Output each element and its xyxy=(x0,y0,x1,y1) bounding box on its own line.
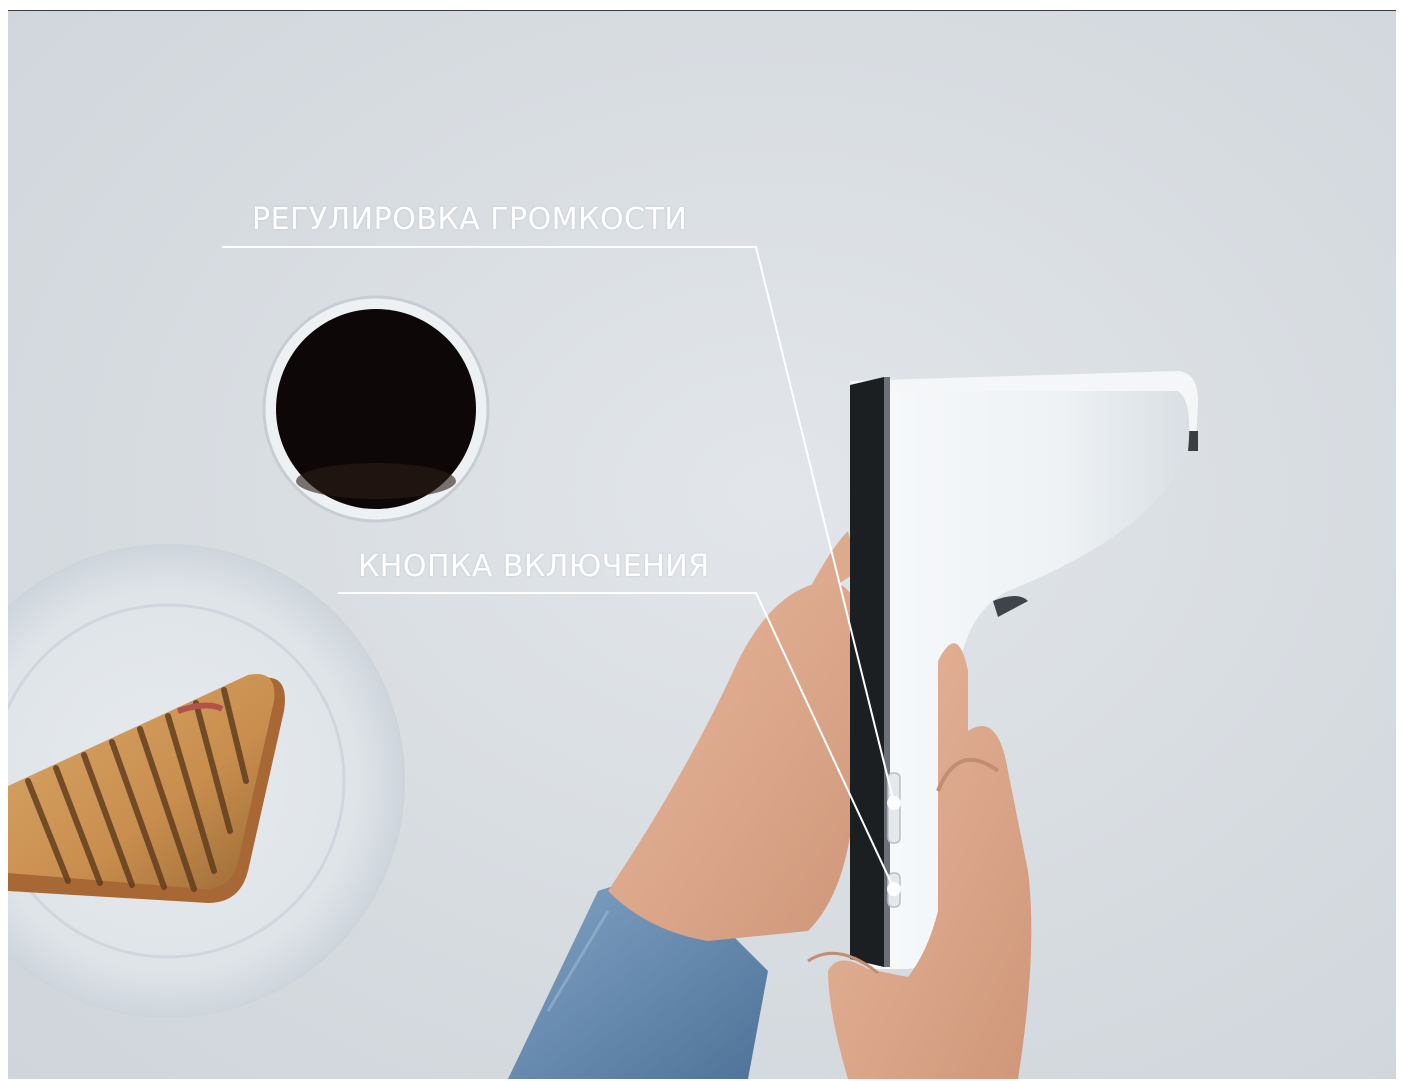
power-button-label: КНОПКА ВКЛЮЧЕНИЯ xyxy=(358,549,710,584)
photo-scene xyxy=(8,246,1198,1079)
product-photo: РЕГУЛИРОВКА ГРОМКОСТИ КНОПКА ВКЛЮЧЕНИЯ xyxy=(8,10,1396,1079)
coffee-cup xyxy=(262,295,490,523)
volume-control-label: РЕГУЛИРОВКА ГРОМКОСТИ xyxy=(252,202,688,237)
image-frame: РЕГУЛИРОВКА ГРОМКОСТИ КНОПКА ВКЛЮЧЕНИЯ xyxy=(0,0,1402,1081)
